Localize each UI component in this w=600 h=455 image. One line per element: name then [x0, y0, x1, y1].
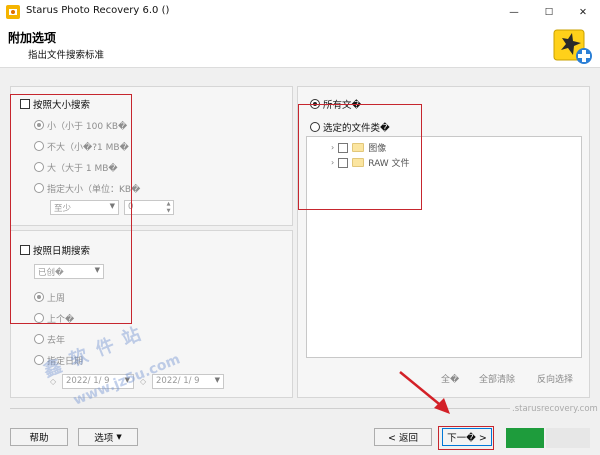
help-button-label: 帮助	[29, 433, 49, 444]
date-to-picker[interactable]: 2022/ 1/ 9 ▼	[152, 374, 224, 389]
wizard-header	[0, 24, 600, 68]
website-url: .starusrecovery.com	[510, 404, 600, 414]
red-arrow-icon	[399, 371, 450, 414]
window-title: Starus Photo Recovery 6.0 ()	[26, 5, 170, 16]
close-button[interactable]: ✕	[566, 0, 600, 24]
back-button[interactable]: < 返回	[374, 428, 432, 446]
minimize-icon: —	[509, 6, 519, 18]
invert-selection-link[interactable]: 反向选择	[537, 372, 573, 385]
options-button-label: 选项	[94, 433, 114, 444]
help-button[interactable]: 帮助	[10, 428, 68, 446]
highlight-box-right	[298, 104, 422, 210]
wizard-illustration-icon	[553, 29, 592, 64]
dropdown-arrow-icon: ▼	[116, 433, 122, 441]
highlight-box-left	[10, 94, 132, 324]
spin-arrows-icon: ▲ ▼	[166, 201, 171, 214]
options-button[interactable]: 选项 ▼	[78, 428, 138, 446]
close-icon: ✕	[579, 6, 587, 18]
minimize-button[interactable]: —	[497, 0, 531, 24]
green-logo-block	[506, 428, 544, 448]
maximize-button[interactable]: ☐	[532, 0, 566, 24]
maximize-icon: ☐	[544, 6, 554, 18]
chevron-down-icon: ▼	[214, 376, 220, 384]
highlight-box-next	[438, 426, 494, 450]
date-option-label: 去年	[47, 336, 66, 346]
clear-all-link[interactable]: 全部清除	[479, 372, 515, 385]
app-icon	[6, 5, 20, 19]
gray-logo-block	[546, 428, 590, 448]
footer-divider	[10, 408, 590, 409]
page-subtitle: 指出文件搜索标准	[28, 50, 105, 61]
date-to-value: 2022/ 1/ 9	[156, 376, 200, 386]
back-button-label: < 返回	[388, 433, 418, 444]
page-title: 附加选项	[8, 31, 57, 45]
date-option-last-year[interactable]: 去年	[34, 333, 65, 346]
